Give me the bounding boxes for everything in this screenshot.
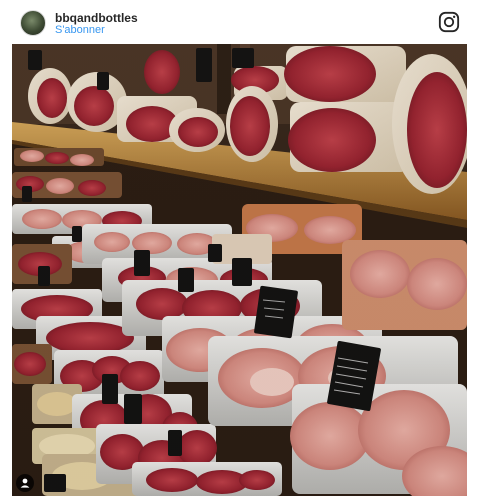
post-photo[interactable] bbox=[12, 44, 467, 496]
username[interactable]: bbqandbottles bbox=[55, 11, 138, 25]
instagram-icon[interactable] bbox=[438, 11, 460, 33]
user-tag-icon[interactable] bbox=[16, 474, 34, 492]
butcher-display-photo bbox=[12, 44, 467, 496]
follow-button[interactable]: S'abonner bbox=[55, 24, 105, 36]
post-header: bbqandbottles S'abonner bbox=[0, 0, 480, 44]
avatar[interactable] bbox=[20, 10, 46, 36]
